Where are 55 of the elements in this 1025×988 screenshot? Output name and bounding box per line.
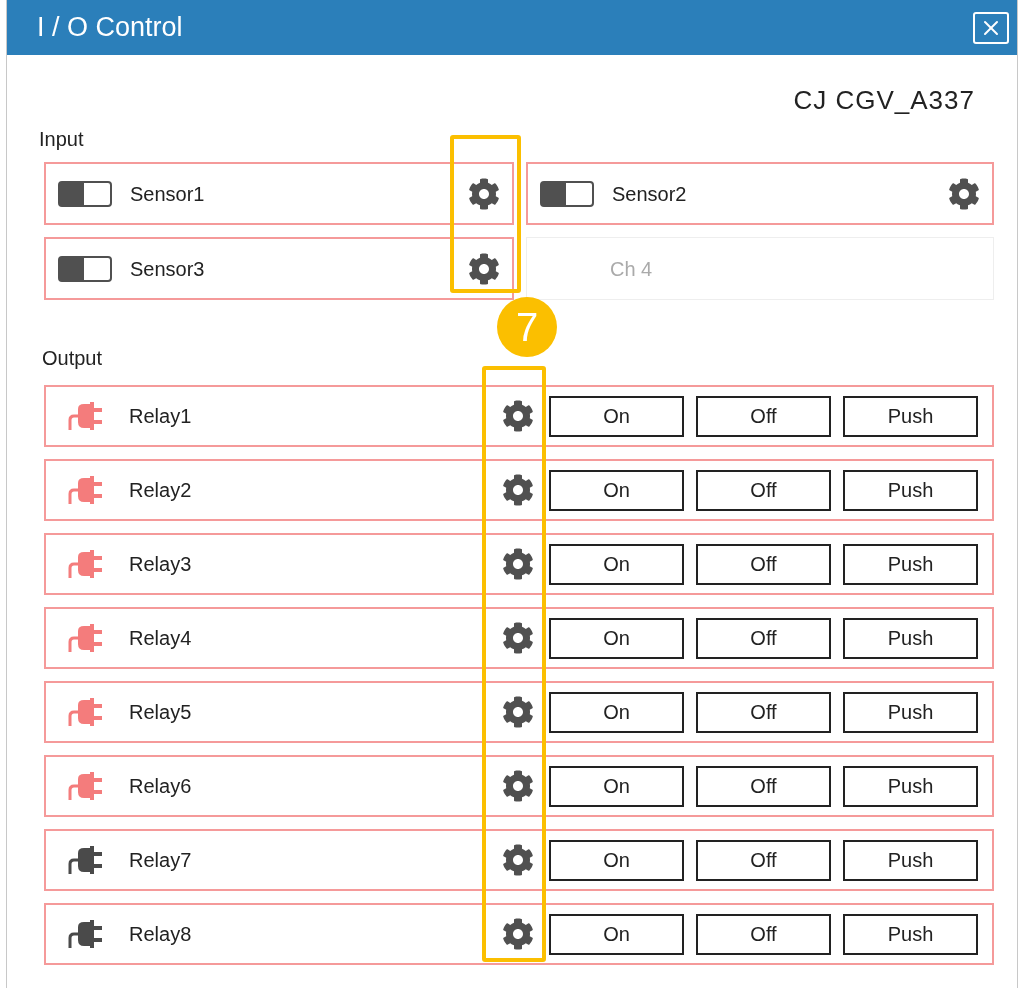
relay-label: Relay5 [129,700,193,725]
toggle-switch[interactable] [58,180,112,207]
settings-icon[interactable] [468,177,500,210]
relay-label: Relay4 [129,626,193,651]
toggle-switch[interactable] [540,180,594,207]
relay-command-button[interactable]: On [549,839,684,881]
relay-command-button[interactable]: Off [696,617,831,659]
close-button[interactable] [973,11,1009,44]
relay-command-button[interactable]: Off [696,691,831,733]
channel-label: Ch 4 [610,256,653,282]
settings-icon[interactable] [502,918,534,950]
device-name: CJ CGV_A337 [793,84,975,117]
relay-command-button[interactable]: Off [696,543,831,585]
relay-command-button[interactable]: On [549,691,684,733]
window-title: I / O Control [37,11,183,45]
settings-icon[interactable] [502,400,534,432]
relay-command-button[interactable]: On [549,395,684,437]
relay-command-button[interactable]: On [549,469,684,511]
settings-icon[interactable] [502,696,534,728]
relay-label: Relay8 [129,922,193,947]
relay-command-button[interactable]: Off [696,469,831,511]
section-label: Input [39,127,84,152]
relay-label: Relay3 [129,552,193,577]
settings-icon[interactable] [502,770,534,802]
relay-command-button[interactable]: Off [696,913,831,955]
relay-command-button[interactable]: Push [843,469,978,511]
relay-command-button[interactable]: On [549,913,684,955]
settings-icon[interactable] [468,252,500,285]
relay-command-button[interactable]: Push [843,617,978,659]
relay-label: Relay6 [129,774,193,799]
relay-command-button[interactable]: Off [696,839,831,881]
settings-icon[interactable] [502,548,534,580]
settings-icon[interactable] [502,474,534,506]
toggle-switch[interactable] [58,255,112,282]
sensor-label: Sensor2 [612,181,688,207]
sensor-label: Sensor3 [130,256,206,282]
relay-command-button[interactable]: Off [696,395,831,437]
relay-command-button[interactable]: On [549,765,684,807]
settings-icon[interactable] [502,622,534,654]
relay-command-button[interactable]: On [549,617,684,659]
relay-command-button[interactable]: Push [843,839,978,881]
relay-command-button[interactable]: Push [843,395,978,437]
relay-command-button[interactable]: Off [696,765,831,807]
settings-icon[interactable] [948,177,980,210]
relay-command-button[interactable]: Push [843,543,978,585]
relay-label: Relay2 [129,478,193,503]
relay-command-button[interactable]: On [549,543,684,585]
settings-icon[interactable] [502,844,534,876]
sensor-label: Sensor1 [130,181,206,207]
relay-command-button[interactable]: Push [843,765,978,807]
section-label: Output [42,346,103,371]
relay-command-button[interactable]: Push [843,691,978,733]
relay-label: Relay7 [129,848,193,873]
relay-label: Relay1 [129,404,193,429]
relay-command-button[interactable]: Push [843,913,978,955]
